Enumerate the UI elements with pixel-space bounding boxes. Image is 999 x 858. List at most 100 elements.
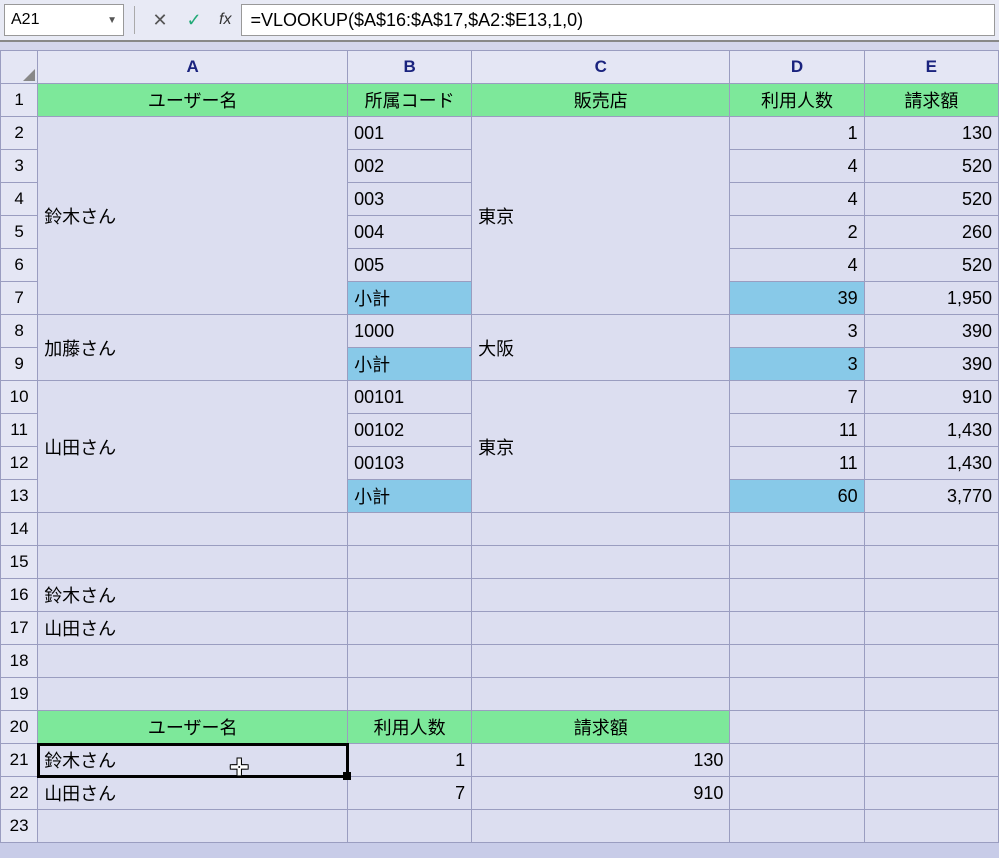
cell[interactable]: 11 <box>730 414 864 447</box>
row-header[interactable]: 20 <box>1 711 38 744</box>
cell[interactable] <box>730 777 864 810</box>
cell[interactable] <box>864 612 998 645</box>
cell[interactable] <box>348 810 472 843</box>
cell[interactable]: 大阪 <box>472 315 730 381</box>
row-header[interactable]: 21 <box>1 744 38 777</box>
row-header[interactable]: 6 <box>1 249 38 282</box>
cell[interactable] <box>864 777 998 810</box>
row-header[interactable]: 2 <box>1 117 38 150</box>
column-header-D[interactable]: D <box>730 51 864 84</box>
cell[interactable] <box>472 678 730 711</box>
cell[interactable]: 001 <box>348 117 472 150</box>
cell[interactable] <box>864 744 998 777</box>
column-header-E[interactable]: E <box>864 51 998 84</box>
cell[interactable]: 山田さん <box>38 777 348 810</box>
cell[interactable]: 販売店 <box>472 84 730 117</box>
cell[interactable]: 1000 <box>348 315 472 348</box>
cell[interactable]: 利用人数 <box>730 84 864 117</box>
row-header[interactable]: 8 <box>1 315 38 348</box>
cell[interactable]: 鈴木さん <box>38 117 348 315</box>
spreadsheet-grid[interactable]: A B C D E 1 ユーザー名 所属コード 販売店 利用人数 請求額 2 鈴… <box>0 42 999 843</box>
cell[interactable]: 4 <box>730 150 864 183</box>
row-header[interactable]: 3 <box>1 150 38 183</box>
cell[interactable] <box>864 810 998 843</box>
row-header[interactable]: 22 <box>1 777 38 810</box>
cell[interactable] <box>348 678 472 711</box>
dropdown-arrow-icon[interactable]: ▼ <box>107 15 117 26</box>
cell[interactable] <box>472 513 730 546</box>
column-header-C[interactable]: C <box>472 51 730 84</box>
cell[interactable] <box>348 513 472 546</box>
row-header[interactable]: 19 <box>1 678 38 711</box>
cell[interactable]: 00102 <box>348 414 472 447</box>
cell[interactable] <box>730 711 864 744</box>
cell[interactable]: 910 <box>472 777 730 810</box>
cell[interactable]: 7 <box>730 381 864 414</box>
cell[interactable] <box>730 612 864 645</box>
row-header[interactable]: 5 <box>1 216 38 249</box>
cell[interactable]: 3,770 <box>864 480 998 513</box>
cell[interactable] <box>38 810 348 843</box>
cell[interactable] <box>864 579 998 612</box>
row-header[interactable]: 1 <box>1 84 38 117</box>
row-header[interactable]: 9 <box>1 348 38 381</box>
cell[interactable]: ユーザー名 <box>38 84 348 117</box>
cell[interactable]: 004 <box>348 216 472 249</box>
cell[interactable]: 請求額 <box>864 84 998 117</box>
select-all-corner[interactable] <box>1 51 38 84</box>
cell[interactable]: 005 <box>348 249 472 282</box>
cell[interactable]: 260 <box>864 216 998 249</box>
confirm-formula-button[interactable]: ✓ <box>179 5 209 35</box>
cell[interactable]: 鈴木さん <box>38 579 348 612</box>
cell[interactable]: 山田さん <box>38 381 348 513</box>
cell[interactable]: 東京 <box>472 381 730 513</box>
cell[interactable] <box>864 513 998 546</box>
cell[interactable] <box>864 711 998 744</box>
row-header[interactable]: 11 <box>1 414 38 447</box>
cell[interactable]: 39 <box>730 282 864 315</box>
cell[interactable]: 520 <box>864 150 998 183</box>
cell[interactable] <box>472 612 730 645</box>
cell[interactable]: 520 <box>864 249 998 282</box>
cell[interactable] <box>38 513 348 546</box>
cancel-formula-button[interactable]: ✕ <box>145 5 175 35</box>
cell[interactable]: 390 <box>864 348 998 381</box>
cell[interactable]: 小計 <box>348 282 472 315</box>
row-header[interactable]: 23 <box>1 810 38 843</box>
cell[interactable]: 1,430 <box>864 447 998 480</box>
cell[interactable] <box>38 546 348 579</box>
cell[interactable]: 520 <box>864 183 998 216</box>
cell[interactable]: 1,950 <box>864 282 998 315</box>
cell[interactable] <box>348 612 472 645</box>
cell[interactable]: 60 <box>730 480 864 513</box>
cell[interactable]: 3 <box>730 348 864 381</box>
cell[interactable] <box>348 645 472 678</box>
cell[interactable]: 利用人数 <box>348 711 472 744</box>
cell[interactable]: 小計 <box>348 348 472 381</box>
cell[interactable]: 7 <box>348 777 472 810</box>
cell[interactable]: 1 <box>348 744 472 777</box>
cell[interactable]: 小計 <box>348 480 472 513</box>
row-header[interactable]: 4 <box>1 183 38 216</box>
cell[interactable]: ユーザー名 <box>38 711 348 744</box>
cell[interactable] <box>730 513 864 546</box>
cell[interactable] <box>730 579 864 612</box>
cell[interactable]: 所属コード <box>348 84 472 117</box>
cell[interactable]: 002 <box>348 150 472 183</box>
cell[interactable]: 003 <box>348 183 472 216</box>
row-header[interactable]: 16 <box>1 579 38 612</box>
column-header-B[interactable]: B <box>348 51 472 84</box>
cell[interactable]: 390 <box>864 315 998 348</box>
row-header[interactable]: 15 <box>1 546 38 579</box>
cell[interactable]: 東京 <box>472 117 730 315</box>
cell[interactable] <box>730 645 864 678</box>
cell-selected[interactable]: 鈴木さん <box>38 744 348 777</box>
row-header[interactable]: 10 <box>1 381 38 414</box>
cell[interactable] <box>864 645 998 678</box>
cell[interactable]: 4 <box>730 183 864 216</box>
cell[interactable]: 3 <box>730 315 864 348</box>
cell[interactable] <box>38 645 348 678</box>
cell[interactable] <box>730 744 864 777</box>
cell[interactable]: 00101 <box>348 381 472 414</box>
cell[interactable]: 00103 <box>348 447 472 480</box>
